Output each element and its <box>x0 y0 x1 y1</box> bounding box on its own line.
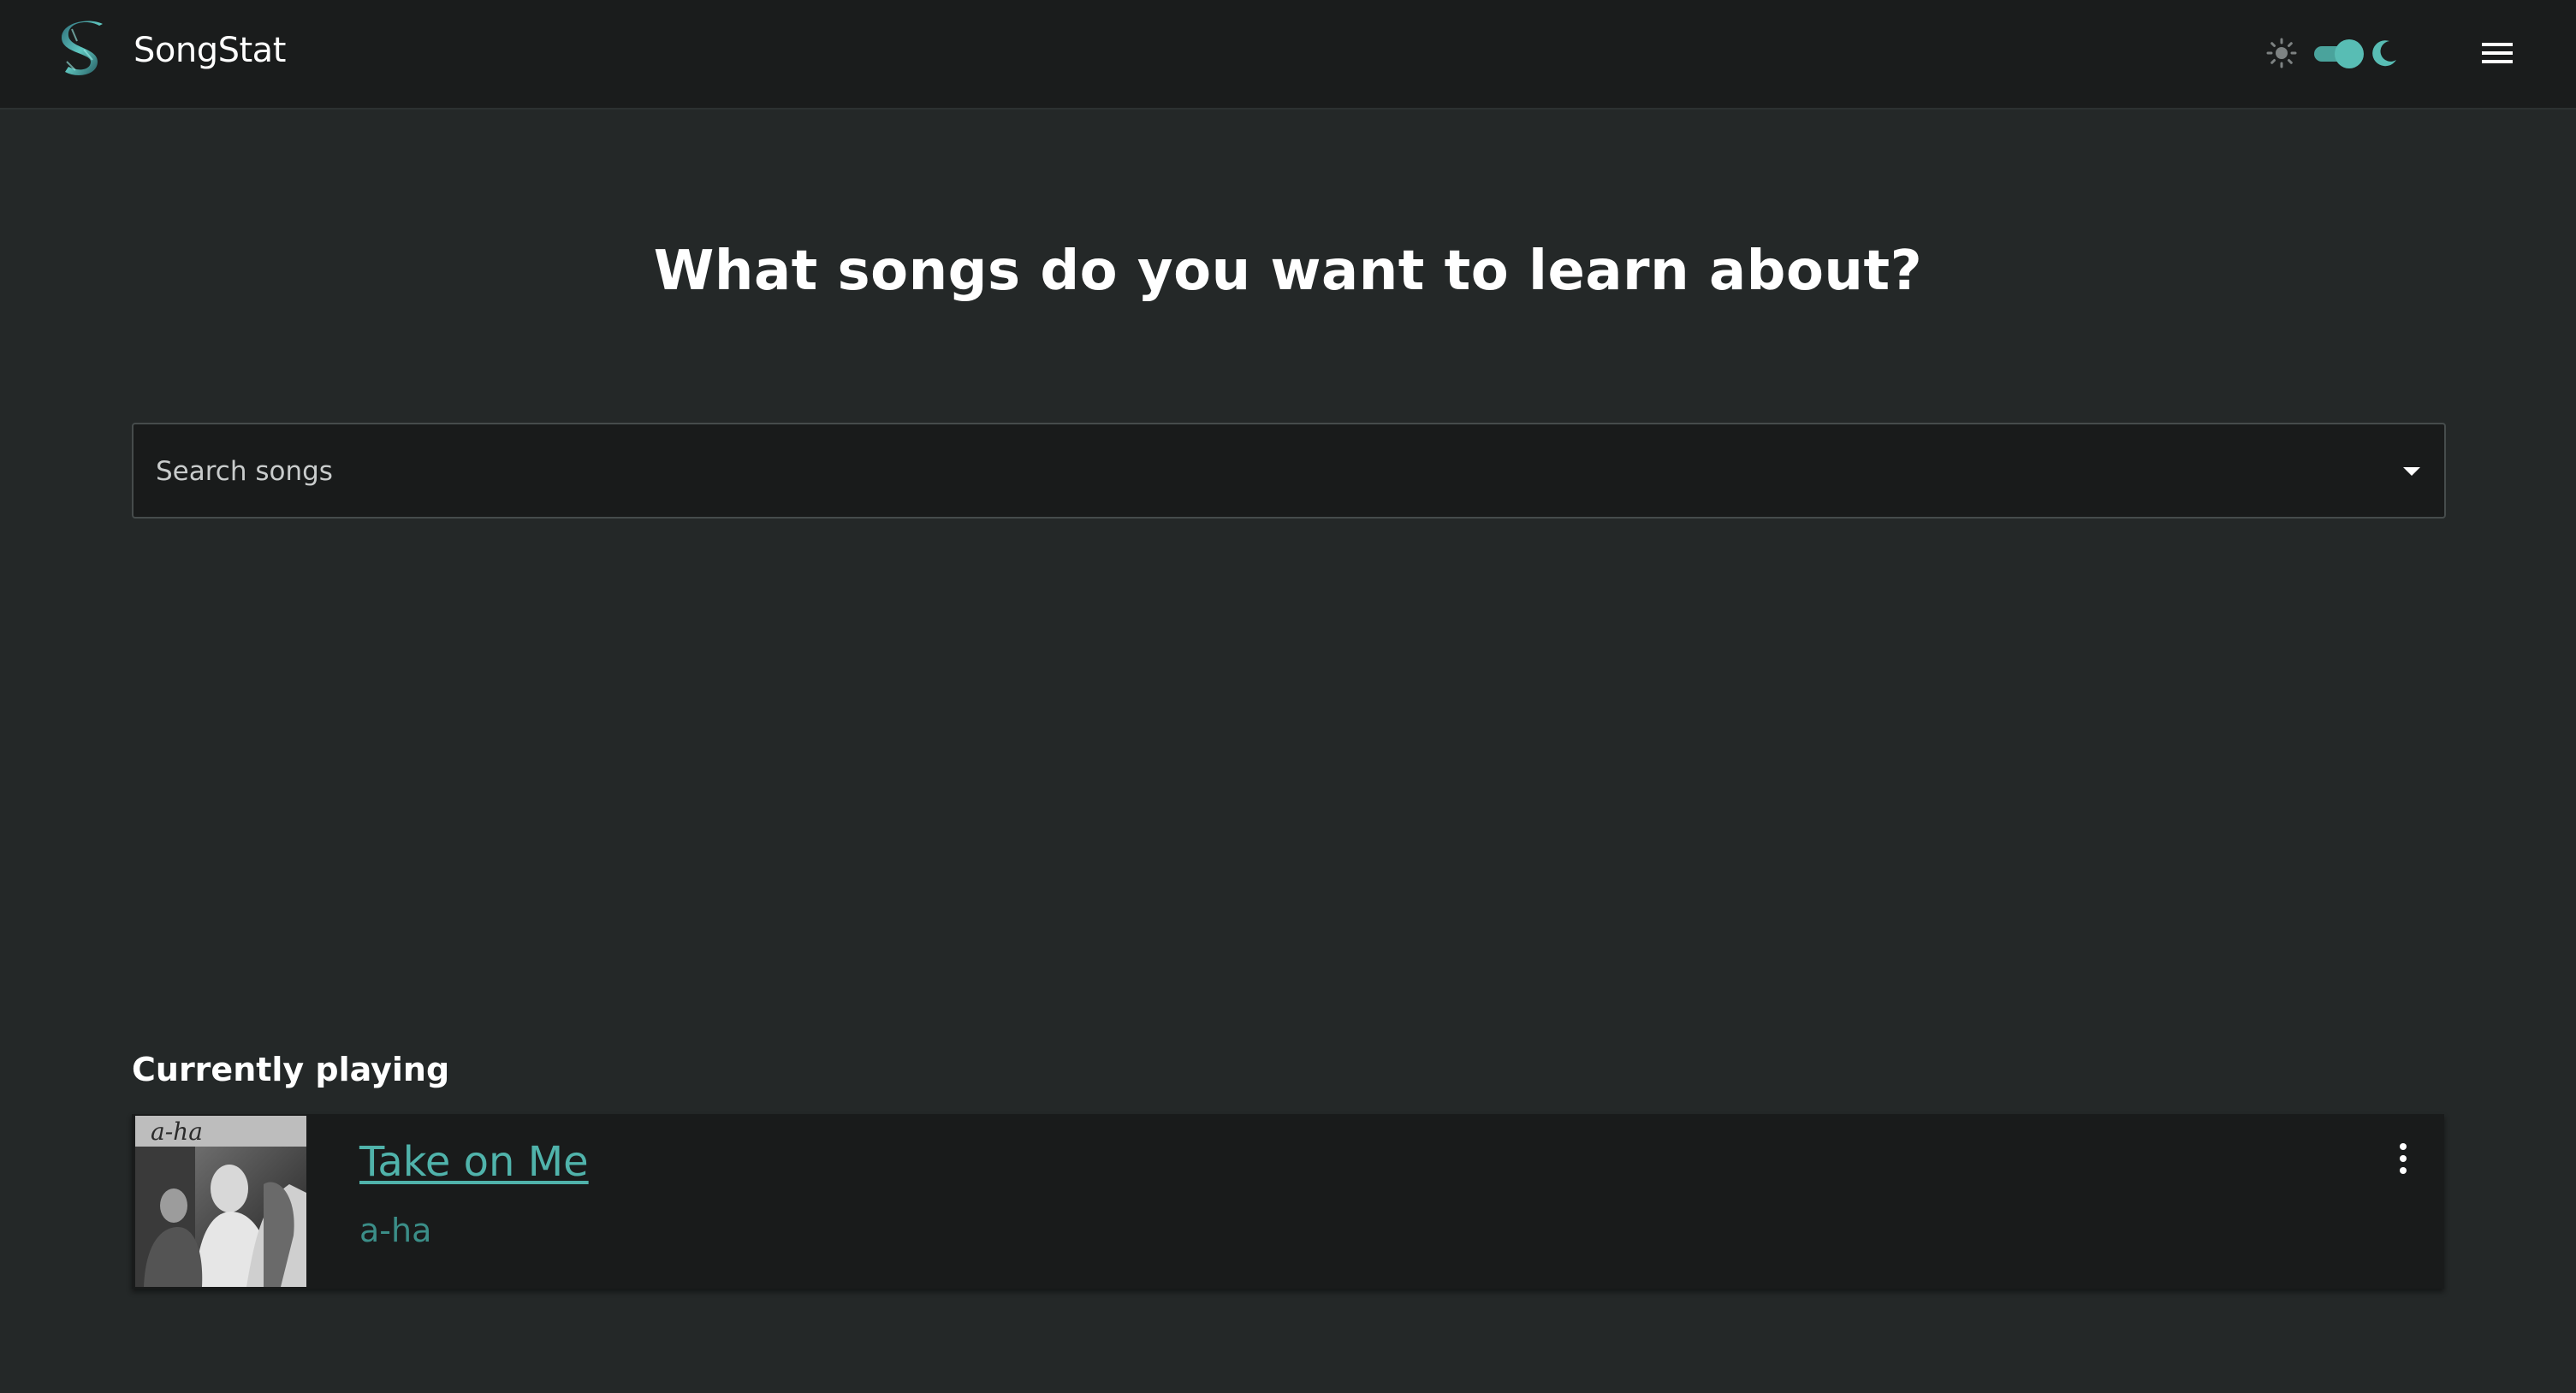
theme-toggle[interactable] <box>2311 39 2364 68</box>
brand-name[interactable]: SongStat <box>134 31 286 70</box>
more-options-icon[interactable] <box>2389 1140 2417 1177</box>
album-cover-image[interactable]: a-ha <box>135 1116 306 1287</box>
sun-icon <box>2266 38 2297 68</box>
song-search-combobox[interactable] <box>132 423 2446 519</box>
cover-artist-text: a-ha <box>151 1117 203 1146</box>
hamburger-menu-icon[interactable] <box>2478 38 2516 68</box>
search-input[interactable] <box>156 450 2347 493</box>
track-title-link[interactable]: Take on Me <box>359 1138 589 1186</box>
track-artist-link[interactable]: a-ha <box>359 1212 431 1249</box>
dropdown-caret-icon[interactable] <box>2401 464 2422 477</box>
currently-playing-heading: Currently playing <box>132 1051 450 1088</box>
now-playing-card: a-ha Take on Me a-ha <box>132 1114 2444 1289</box>
app-header: SongStat <box>0 0 2576 110</box>
stylized-s-logo-icon[interactable] <box>58 19 110 80</box>
theme-toggle-knob <box>2335 39 2364 68</box>
page-headline: What songs do you want to learn about? <box>653 240 1923 303</box>
moon-icon <box>2372 40 2396 67</box>
